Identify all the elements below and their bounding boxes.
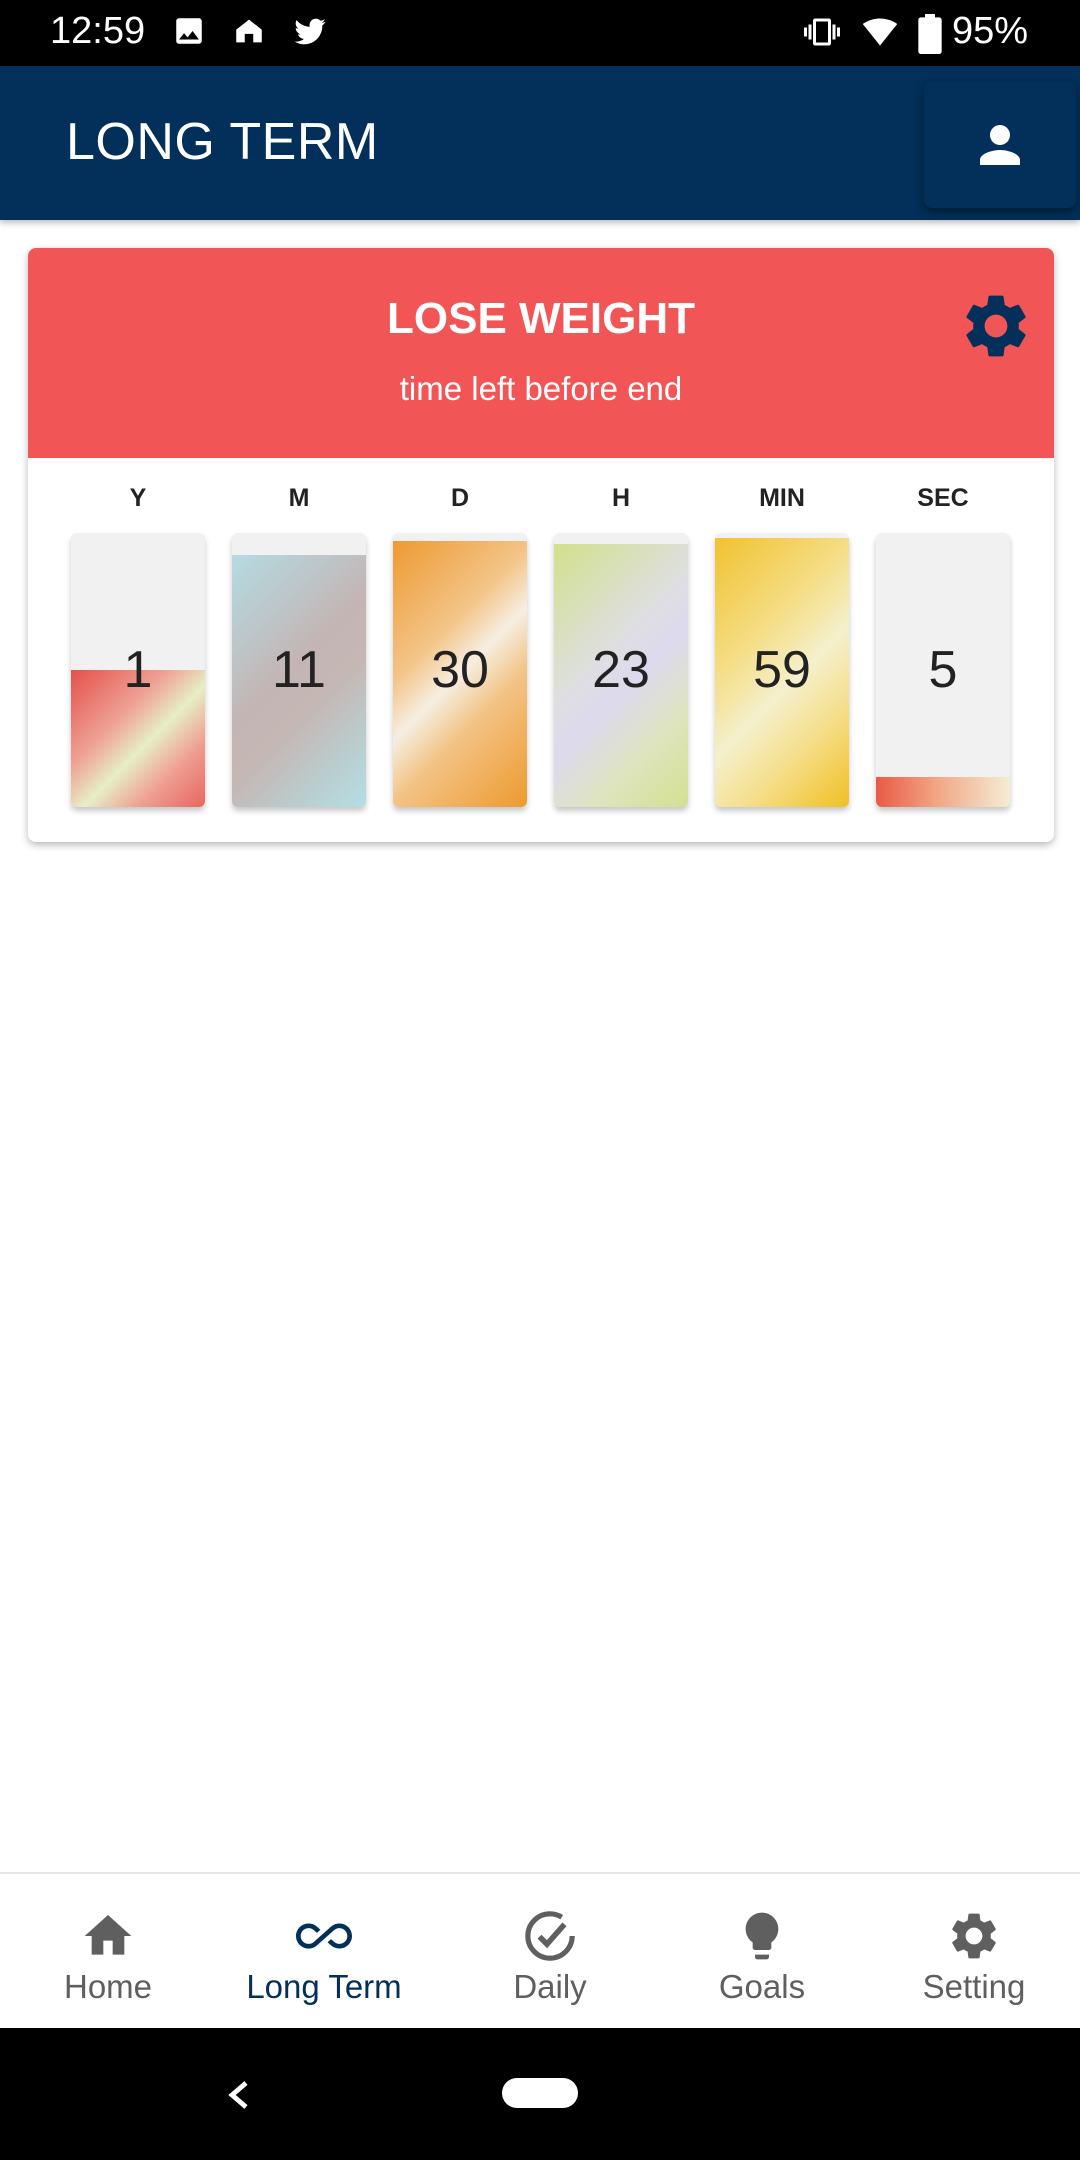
year-counter-box: 1 — [71, 533, 205, 807]
twitter-icon — [294, 18, 326, 45]
second-counter-box: 5 — [876, 533, 1010, 807]
back-icon[interactable] — [226, 2080, 252, 2110]
person-icon — [980, 125, 1020, 165]
gear-icon — [952, 1913, 996, 1959]
nav-daily[interactable]: Daily — [442, 1874, 658, 2030]
nav-home-label: Home — [63, 1968, 153, 2005]
nav-setting[interactable]: Setting — [866, 1874, 1080, 2030]
home-pill-button[interactable] — [502, 2078, 578, 2108]
profile-button[interactable] — [924, 82, 1076, 208]
image-notification-icon — [176, 18, 202, 44]
app-bar: LONG TERM — [0, 66, 1080, 220]
hour-value: 23 — [592, 641, 650, 699]
goal-title: LOSE WEIGHT — [387, 294, 695, 343]
home-notification-icon — [236, 19, 262, 43]
year-value: 1 — [123, 641, 153, 699]
battery-icon — [918, 14, 942, 54]
unit-label-second: SEC — [917, 484, 969, 512]
unit-label-day: D — [450, 484, 470, 512]
month-counter-box: 11 — [232, 533, 366, 807]
goal-settings-gear-icon[interactable] — [958, 288, 1034, 364]
nav-long-term[interactable]: Long Term — [216, 1874, 432, 2030]
unit-label-month: M — [288, 484, 310, 512]
system-nav-bar — [0, 2028, 1080, 2160]
page-title: LONG TERM — [66, 113, 379, 171]
hour-counter-box: 23 — [554, 533, 688, 807]
infinity-icon — [296, 1923, 352, 1949]
wifi-icon — [862, 18, 898, 46]
day-counter-box: 30 — [393, 533, 527, 807]
unit-label-year: Y — [129, 484, 147, 512]
minute-value: 59 — [753, 641, 811, 699]
day-value: 30 — [431, 641, 489, 699]
status-time: 12:59 — [50, 10, 146, 52]
goal-card-header: LOSE WEIGHT time left before end — [28, 248, 1054, 458]
goal-subtitle: time left before end — [399, 370, 683, 407]
goal-card[interactable]: LOSE WEIGHT time left before end Y M D H… — [28, 248, 1054, 842]
status-bar: 12:59 95% — [0, 0, 1080, 66]
minute-counter-box: 59 — [715, 533, 849, 807]
unit-label-hour: H — [611, 484, 631, 512]
nav-goals-label: Goals — [718, 1968, 806, 2005]
home-icon — [84, 1915, 132, 1955]
lightbulb-icon — [745, 1912, 779, 1960]
nav-goals[interactable]: Goals — [654, 1874, 870, 2030]
nav-long-term-label: Long Term — [246, 1968, 402, 2005]
month-value: 11 — [272, 641, 326, 699]
nav-daily-label: Daily — [513, 1968, 587, 2005]
bottom-nav: Home Long Term Daily Goals Setting — [0, 1872, 1080, 2028]
vibrate-icon — [804, 18, 840, 46]
unit-label-minute: MIN — [759, 484, 805, 512]
check-circle-icon — [525, 1911, 575, 1961]
nav-home[interactable]: Home — [0, 1874, 216, 2030]
battery-percentage: 95% — [952, 10, 1029, 52]
nav-setting-label: Setting — [922, 1968, 1026, 2005]
second-value: 5 — [928, 641, 958, 699]
